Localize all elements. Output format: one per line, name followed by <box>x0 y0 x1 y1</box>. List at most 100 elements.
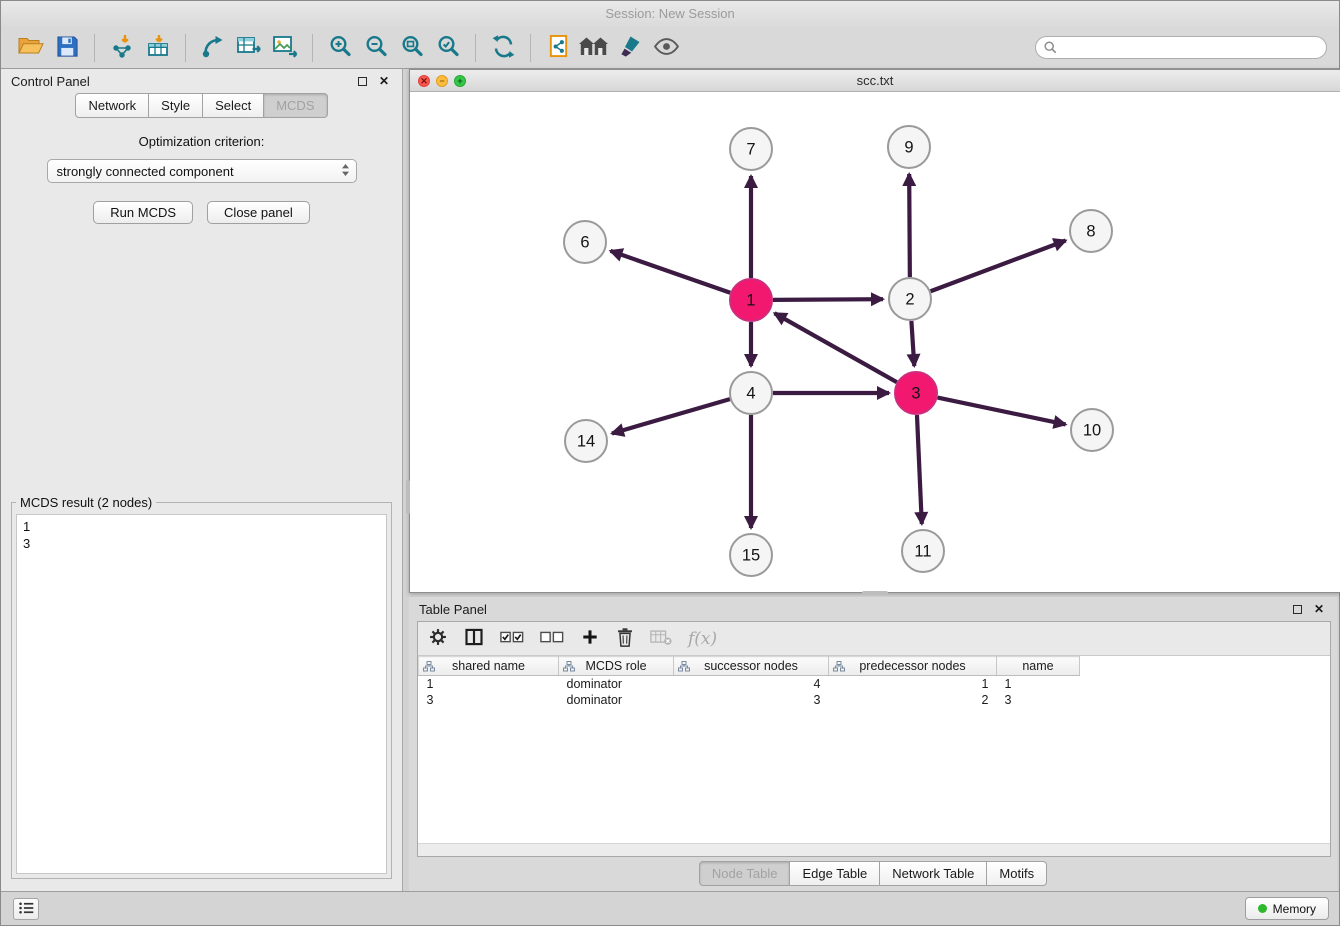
apply-style-button[interactable] <box>612 31 648 65</box>
column-header-name[interactable]: name <box>997 657 1080 676</box>
toolbar-separator <box>94 34 95 62</box>
tab-style[interactable]: Style <box>149 93 203 118</box>
graph-node-label-15: 15 <box>742 547 760 565</box>
graph-edge-4-14[interactable] <box>612 399 730 433</box>
maximize-window-icon[interactable]: + <box>454 75 466 87</box>
export-image-button[interactable] <box>267 31 303 65</box>
table-header-row: shared name MCDS role successor nodes <box>419 657 1080 676</box>
network-document-icon <box>547 34 570 62</box>
graph-node-label-14: 14 <box>577 433 595 451</box>
toolbar-separator <box>185 34 186 62</box>
close-panel-button[interactable]: Close panel <box>207 201 310 224</box>
search-input[interactable] <box>1035 36 1327 59</box>
graph-edge-2-3[interactable] <box>911 321 914 366</box>
deselect-all-button[interactable] <box>540 630 564 648</box>
graph-edge-2-9[interactable] <box>909 174 910 277</box>
table-cell[interactable]: 3 <box>674 692 829 708</box>
new-network-button[interactable] <box>195 31 231 65</box>
criterion-dropdown[interactable]: strongly connected component <box>47 159 357 183</box>
import-network-button[interactable] <box>104 31 140 65</box>
graph-edge-3-11[interactable] <box>917 415 922 524</box>
zoom-out-button[interactable] <box>358 31 394 65</box>
table-cell[interactable]: 1 <box>997 676 1080 692</box>
graph-edge-1-2[interactable] <box>773 299 883 300</box>
tab-network-table[interactable]: Network Table <box>880 861 987 886</box>
table-cell[interactable]: 2 <box>829 692 997 708</box>
zoom-fit-icon <box>400 34 424 61</box>
save-session-button[interactable] <box>49 31 85 65</box>
window-titlebar: Session: New Session <box>1 1 1339 27</box>
tab-select[interactable]: Select <box>203 93 264 118</box>
network-canvas[interactable]: 7968123410141511 <box>410 92 1340 592</box>
hierarchy-icon <box>833 661 845 675</box>
import-network-icon <box>109 34 135 61</box>
float-panel-icon[interactable] <box>1289 601 1305 617</box>
export-table-button[interactable] <box>231 31 267 65</box>
memory-button[interactable]: Memory <box>1245 897 1329 920</box>
gear-icon <box>428 627 448 650</box>
network-graph[interactable]: 7968123410141511 <box>410 92 1340 593</box>
tab-node-table[interactable]: Node Table <box>699 861 791 886</box>
table-cell[interactable]: 3 <box>419 692 559 708</box>
table-cell[interactable]: dominator <box>559 692 674 708</box>
table-row[interactable]: 1dominator411 <box>419 676 1080 692</box>
open-session-button[interactable] <box>13 31 49 65</box>
close-panel-icon[interactable]: ✕ <box>1311 601 1327 617</box>
zoom-fit-button[interactable] <box>394 31 430 65</box>
search-field-wrap <box>1035 36 1327 59</box>
graph-edge-3-1[interactable] <box>775 313 897 382</box>
graph-edge-2-8[interactable] <box>931 240 1066 291</box>
table-horizontal-scrollbar[interactable] <box>418 843 1330 856</box>
apply-layout-button[interactable] <box>485 31 521 65</box>
tab-mcds[interactable]: MCDS <box>264 93 327 118</box>
graph-edge-3-10[interactable] <box>938 398 1066 425</box>
table-settings-button[interactable] <box>428 627 448 650</box>
column-header-successor-nodes[interactable]: successor nodes <box>674 657 829 676</box>
houses-icon <box>579 35 609 60</box>
plus-icon <box>580 627 600 650</box>
table-cell[interactable]: 1 <box>419 676 559 692</box>
tab-network[interactable]: Network <box>75 93 149 118</box>
select-all-button[interactable] <box>500 630 524 648</box>
close-panel-icon[interactable]: ✕ <box>376 73 392 89</box>
show-columns-button[interactable] <box>464 627 484 650</box>
first-neighbors-button[interactable] <box>576 31 612 65</box>
zoom-selected-button[interactable] <box>430 31 466 65</box>
show-hide-button[interactable] <box>648 31 684 65</box>
mcds-result-line: 3 <box>23 535 380 552</box>
float-panel-icon[interactable] <box>354 73 370 89</box>
table-cell[interactable]: dominator <box>559 676 674 692</box>
run-mcds-button[interactable]: Run MCDS <box>93 201 193 224</box>
table-row[interactable]: 3dominator323 <box>419 692 1080 708</box>
toolbar-separator <box>475 34 476 62</box>
app-window: Session: New Session <box>0 0 1340 926</box>
add-column-button[interactable] <box>580 627 600 650</box>
refresh-icon <box>491 34 516 62</box>
copy-network-button[interactable] <box>540 31 576 65</box>
column-header-shared-name[interactable]: shared name <box>419 657 559 676</box>
network-window-titlebar[interactable]: ✕ − + scc.txt <box>410 70 1340 92</box>
delete-row-button[interactable] <box>616 627 634 651</box>
mcds-result-list[interactable]: 13 <box>16 514 387 874</box>
panel-menu-button[interactable] <box>13 898 39 920</box>
control-panel: Control Panel ✕ Network Style Select MCD… <box>1 69 403 891</box>
zoom-in-button[interactable] <box>322 31 358 65</box>
import-table-button[interactable] <box>140 31 176 65</box>
horizontal-scrollbar[interactable] <box>862 591 888 595</box>
column-header-predecessor-nodes[interactable]: predecessor nodes <box>829 657 997 676</box>
delete-column-icon <box>650 629 672 649</box>
export-table-icon <box>236 34 262 61</box>
table-cell[interactable]: 4 <box>674 676 829 692</box>
column-header-mcds-role[interactable]: MCDS role <box>559 657 674 676</box>
hierarchy-icon <box>423 661 435 675</box>
vertical-scrollbar[interactable] <box>406 480 410 514</box>
table-cell[interactable]: 1 <box>829 676 997 692</box>
tab-edge-table[interactable]: Edge Table <box>790 861 880 886</box>
tab-motifs[interactable]: Motifs <box>987 861 1047 886</box>
minimize-window-icon[interactable]: − <box>436 75 448 87</box>
graph-edge-1-6[interactable] <box>610 251 730 293</box>
zoom-out-icon <box>364 34 388 61</box>
close-window-icon[interactable]: ✕ <box>418 75 430 87</box>
curved-arrow-network-icon <box>201 34 225 61</box>
table-cell[interactable]: 3 <box>997 692 1080 708</box>
